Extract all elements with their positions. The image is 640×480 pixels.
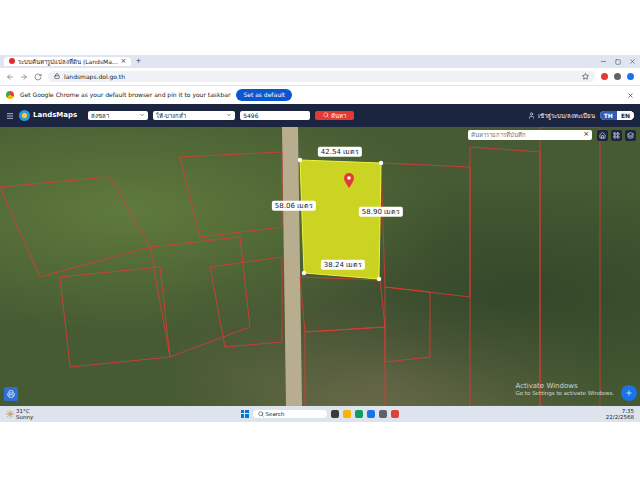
parcel-boundary [60, 267, 170, 367]
set-default-button[interactable]: Set as default [236, 89, 292, 101]
lock-icon [54, 73, 60, 79]
road [282, 127, 302, 406]
layers-button[interactable] [625, 130, 636, 141]
chevron-down-icon [139, 112, 145, 118]
extension-icon[interactable] [614, 73, 621, 80]
address-bar[interactable]: landsmaps.dol.go.th [48, 71, 595, 83]
map[interactable]: 42.54 เมตร 58.06 เมตร 58.90 เมตร 38.24 เมตร… [0, 127, 640, 406]
edge-icon[interactable] [355, 410, 363, 418]
window-controls [600, 58, 636, 65]
parcel-boundary [385, 287, 430, 362]
corner-marker [379, 161, 383, 165]
login-link[interactable]: เข้าสู่ระบบ/ลงทะเบียน [528, 112, 595, 120]
store-icon[interactable] [367, 410, 375, 418]
sun-icon [6, 410, 14, 418]
pin-icon[interactable] [344, 173, 354, 188]
back-icon[interactable] [6, 73, 14, 81]
maximize-icon[interactable] [615, 59, 621, 65]
grid-icon [613, 132, 620, 139]
close-icon[interactable] [627, 92, 634, 99]
favicon-icon [9, 58, 15, 64]
parcel-boundary [305, 327, 385, 406]
taskbar: 31°CSunny Search 7:3522/2/2568 [0, 406, 640, 422]
district-select[interactable]: ให้-บางกล่ำ [153, 111, 235, 121]
chevron-down-icon [226, 112, 232, 118]
grid-button[interactable] [611, 130, 622, 141]
map-search[interactable]: ค้นหารายการที่บันทึก× [468, 130, 592, 140]
home-button[interactable] [597, 130, 608, 141]
browser-tab[interactable]: ระบบค้นหารูปแปลงที่ดิน (LandsMa...× [4, 57, 131, 67]
taskbar-search[interactable]: Search [253, 410, 327, 418]
new-tab-button[interactable]: + [135, 58, 141, 65]
measurement-label: 58.90 เมตร [359, 207, 403, 217]
plus-icon [625, 389, 633, 397]
screenshot: ระบบค้นหารูปแปลงที่ดิน (LandsMa...×+land… [0, 55, 640, 422]
help-button[interactable] [621, 385, 637, 401]
activation-watermark: Activate WindowsGo to Settings to activa… [515, 382, 614, 396]
info-message: Get Google Chrome as your default browse… [20, 91, 230, 99]
info-bar: Get Google Chrome as your default browse… [0, 85, 640, 104]
parcel-boundary [540, 127, 600, 406]
url: landsmaps.dol.go.th [64, 73, 125, 81]
language-option[interactable]: EN [617, 111, 634, 121]
search-icon [323, 112, 329, 118]
parcel-boundary [150, 237, 250, 357]
corner-marker [302, 271, 306, 275]
tool-icon [7, 390, 15, 398]
parcel-boundary [381, 163, 470, 297]
task-view-icon[interactable] [331, 410, 339, 418]
search-clear[interactable]: × [583, 131, 589, 138]
bookmark-icon[interactable] [582, 73, 589, 80]
parcel-boundary [300, 277, 385, 332]
minimize-icon[interactable] [600, 58, 607, 65]
province-select[interactable]: สงขลา [88, 111, 148, 121]
logo-icon [19, 110, 30, 121]
reload-icon[interactable] [34, 73, 42, 81]
app-header: LandsMaps สงขลา ให้-บางกล่ำ 5496 ค้นหา เข้าสู… [0, 104, 640, 127]
measurement-label: 58.06 เมตร [272, 201, 316, 211]
top-margin [0, 0, 640, 55]
clock[interactable]: 7:3522/2/2568 [606, 408, 634, 420]
parcel-boundary [210, 257, 282, 347]
parcel-boundary [0, 177, 150, 277]
search-button[interactable]: ค้นหา [315, 111, 354, 121]
page: ระบบค้นหารูปแปลงที่ดิน (LandsMa...×+land… [0, 0, 640, 480]
bottom-margin [0, 422, 640, 480]
logo: LandsMaps [19, 110, 77, 121]
home-icon [599, 132, 606, 139]
measurement-label: 42.54 เมตร [318, 147, 362, 157]
parcel-input[interactable]: 5496 [240, 111, 310, 121]
chrome-icon[interactable] [391, 410, 399, 418]
tab-close[interactable]: × [121, 58, 127, 65]
extension-icon[interactable] [601, 73, 608, 80]
measurement-label: 38.24 เมตร [321, 260, 365, 270]
corner-marker [298, 158, 302, 162]
menu-icon[interactable] [6, 112, 14, 120]
user-icon [528, 112, 535, 119]
chrome-logo-icon [6, 91, 14, 99]
selected-parcel[interactable] [300, 160, 381, 279]
measure-button[interactable] [4, 387, 18, 401]
profile-icon[interactable] [627, 73, 634, 80]
language-toggle[interactable]: THEN [600, 111, 634, 121]
language-option[interactable]: TH [600, 111, 617, 121]
windows-logo-icon[interactable] [241, 410, 249, 418]
extensions [601, 73, 634, 80]
tab-title: ระบบค้นหารูปแปลงที่ดิน (LandsMa... [18, 58, 118, 66]
close-icon[interactable] [629, 58, 636, 65]
weather-widget[interactable]: 31°CSunny [6, 408, 33, 420]
parcel-boundary [180, 152, 282, 237]
address-row: landsmaps.dol.go.th [0, 68, 640, 85]
parcel-boundary [470, 147, 540, 406]
forward-icon[interactable] [20, 73, 28, 81]
explorer-icon[interactable] [343, 410, 351, 418]
tab-strip: ระบบค้นหารูปแปลงที่ดิน (LandsMa...× + [0, 55, 640, 68]
map-tools [597, 130, 636, 141]
logo-text: LandsMaps [33, 111, 77, 120]
layers-icon [627, 132, 634, 139]
corner-marker [377, 277, 381, 281]
search-icon [258, 411, 264, 417]
taskbar-apps: Search [33, 410, 606, 418]
app-icon[interactable] [379, 410, 387, 418]
